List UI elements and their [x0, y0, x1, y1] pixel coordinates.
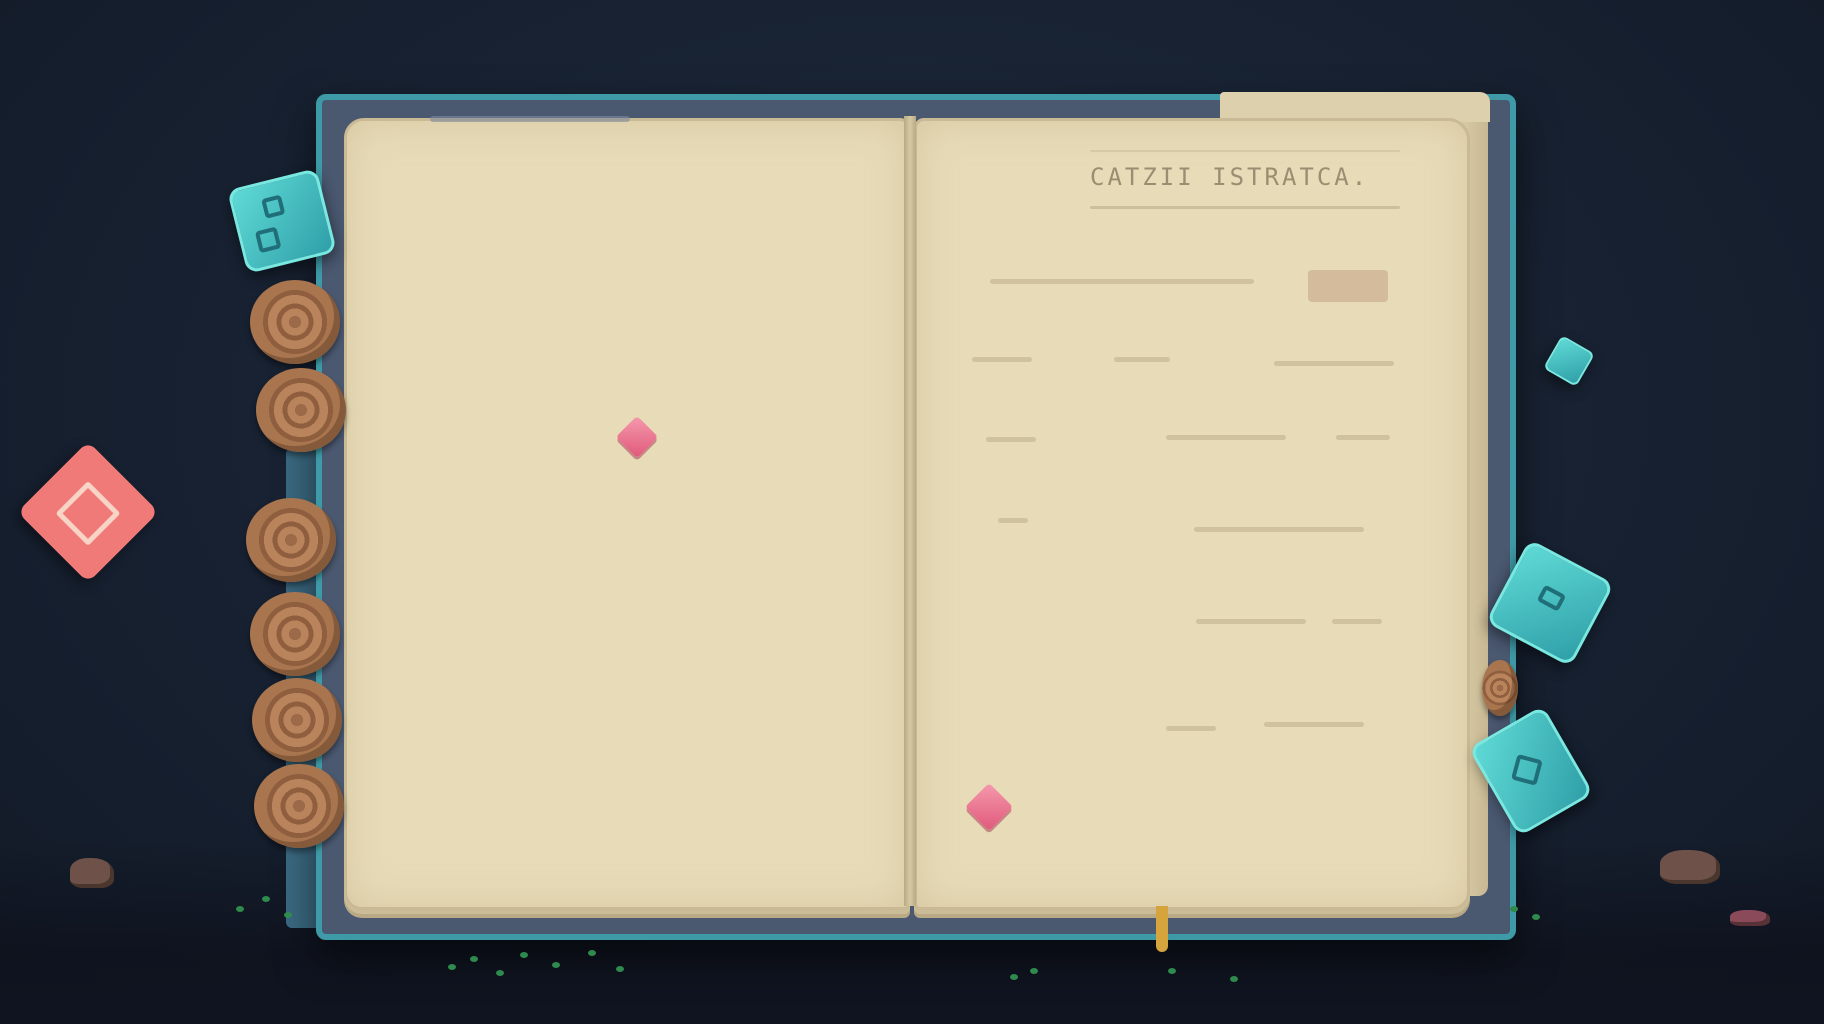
- game-scene: CATZII ISTRATCA.: [0, 0, 1824, 1024]
- grass-tuft: [448, 964, 456, 970]
- left-page[interactable]: [344, 118, 910, 910]
- faded-text-line: [1336, 435, 1390, 440]
- grass-tuft: [470, 956, 478, 962]
- rock: [1730, 910, 1770, 926]
- faded-text-line: [1274, 361, 1394, 366]
- dice-face-mark: [261, 194, 286, 219]
- wood-log-icon[interactable]: [256, 368, 346, 452]
- page-stamp: [1308, 270, 1388, 302]
- grass-tuft: [1230, 976, 1238, 982]
- dice-face-mark: [1536, 584, 1567, 612]
- faded-text-line: [1264, 722, 1364, 727]
- page-edge-wear: [430, 116, 630, 122]
- grass-tuft: [236, 906, 244, 912]
- rock: [70, 858, 114, 888]
- faded-text-line: [1166, 435, 1286, 440]
- grass-tuft: [1532, 914, 1540, 920]
- rock: [1660, 850, 1720, 884]
- bookmark-ribbon[interactable]: [1156, 906, 1168, 952]
- dice-face-mark: [254, 226, 282, 254]
- wood-log-icon[interactable]: [1482, 660, 1518, 716]
- grass-tuft: [588, 950, 596, 956]
- faded-text-line: [972, 357, 1032, 362]
- grass-tuft: [1010, 974, 1018, 980]
- faded-text-line: [1196, 619, 1306, 624]
- wood-log-icon[interactable]: [250, 280, 340, 364]
- grass-tuft: [1168, 968, 1176, 974]
- grass-tuft: [520, 952, 528, 958]
- wood-log-icon[interactable]: [246, 498, 336, 582]
- diamond-rune-icon[interactable]: [17, 441, 159, 583]
- faded-text-line: [1166, 726, 1216, 731]
- faded-text-line: [990, 279, 1254, 284]
- grass-tuft: [616, 966, 624, 972]
- faded-text-line: [1332, 619, 1382, 624]
- wood-log-icon[interactable]: [254, 764, 344, 848]
- grass-tuft: [1510, 906, 1518, 912]
- dice-face-mark: [1510, 753, 1543, 786]
- grass-tuft: [552, 962, 560, 968]
- dice-icon[interactable]: [1543, 335, 1595, 387]
- grass-tuft: [284, 912, 292, 918]
- rune-inner-square: [55, 480, 121, 546]
- grass-tuft: [262, 896, 270, 902]
- title-rule-top: [1090, 150, 1400, 152]
- grass-tuft: [1030, 968, 1038, 974]
- book-spine: [904, 116, 916, 906]
- faded-text-line: [998, 518, 1028, 523]
- faded-text-line: [986, 437, 1036, 442]
- title-rule: [1090, 206, 1400, 209]
- wood-log-icon[interactable]: [252, 678, 342, 762]
- faded-text-line: [1194, 527, 1364, 532]
- grass-tuft: [496, 970, 504, 976]
- faded-text-line: [1114, 357, 1170, 362]
- wood-log-icon[interactable]: [250, 592, 340, 676]
- right-page-title: CATZII ISTRATCA.: [1090, 163, 1370, 191]
